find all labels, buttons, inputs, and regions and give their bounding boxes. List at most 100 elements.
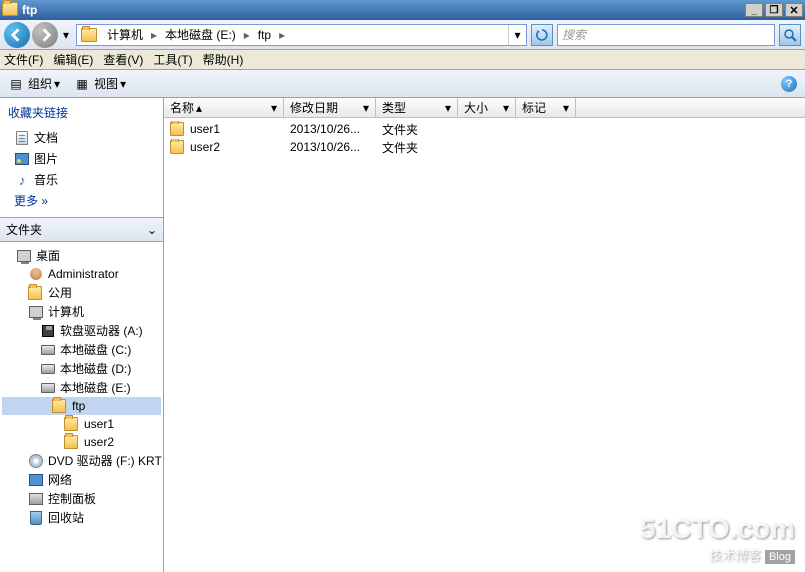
tree-label: 本地磁盘 (D:) bbox=[60, 360, 131, 377]
tree-item[interactable]: 本地磁盘 (C:) bbox=[2, 340, 161, 359]
tree-item[interactable]: 网络 bbox=[2, 470, 161, 489]
minimize-button[interactable]: _ bbox=[745, 3, 763, 17]
folder-icon bbox=[81, 28, 97, 42]
tree-item[interactable]: user1 bbox=[2, 415, 161, 433]
drive-icon bbox=[40, 380, 56, 396]
chevron-down-icon[interactable]: ▾ bbox=[363, 101, 369, 115]
favorite-item[interactable]: 图片 bbox=[8, 148, 155, 169]
file-type: 文件夹 bbox=[376, 139, 458, 156]
menu-help[interactable]: 帮助(H) bbox=[203, 51, 244, 68]
column-size[interactable]: 大小▾ bbox=[458, 98, 516, 117]
tree-label: 桌面 bbox=[36, 247, 60, 264]
folder-icon bbox=[28, 285, 44, 301]
favorite-item[interactable]: ♪音乐 bbox=[8, 169, 155, 190]
menu-tools[interactable]: 工具(T) bbox=[153, 51, 192, 68]
tree-item[interactable]: 桌面 bbox=[2, 246, 161, 265]
folder-icon bbox=[170, 121, 186, 137]
column-name[interactable]: 名称▴▾ bbox=[164, 98, 284, 117]
chevron-down-icon[interactable]: ▾ bbox=[445, 101, 451, 115]
forward-button[interactable] bbox=[32, 22, 58, 48]
file-name: user2 bbox=[190, 140, 220, 154]
tree-item[interactable]: 计算机 bbox=[2, 302, 161, 321]
breadcrumb-segment[interactable]: ftp bbox=[254, 25, 275, 45]
folder-icon bbox=[64, 434, 80, 450]
favorite-item[interactable]: 文档 bbox=[8, 127, 155, 148]
tree-label: user1 bbox=[84, 417, 114, 431]
breadcrumb-sep[interactable]: ▸ bbox=[147, 25, 161, 45]
close-button[interactable]: ✕ bbox=[785, 3, 803, 17]
address-bar[interactable]: 计算机 ▸ 本地磁盘 (E:) ▸ ftp ▸ ▾ bbox=[76, 24, 527, 46]
file-row[interactable]: user2 2013/10/26...文件夹 bbox=[164, 138, 805, 156]
folder-icon bbox=[52, 398, 68, 414]
favorite-label: 音乐 bbox=[34, 171, 58, 188]
views-button[interactable]: ▦ 视图 ▾ bbox=[74, 75, 126, 92]
folder-icon bbox=[64, 416, 80, 432]
help-button[interactable]: ? bbox=[781, 76, 797, 92]
column-date[interactable]: 修改日期▾ bbox=[284, 98, 376, 117]
file-list: user12013/10/26...文件夹 user2 2013/10/26...文… bbox=[164, 118, 805, 572]
tree-item[interactable]: 本地磁盘 (D:) bbox=[2, 359, 161, 378]
file-list-panel: 名称▴▾ 修改日期▾ 类型▾ 大小▾ 标记▾ user12013/10/26..… bbox=[164, 98, 805, 572]
toolbar: ▤ 组织 ▾ ▦ 视图 ▾ ? bbox=[0, 70, 805, 98]
search-placeholder: 搜索 bbox=[562, 26, 586, 43]
tree-label: user2 bbox=[84, 435, 114, 449]
menu-view[interactable]: 查看(V) bbox=[103, 51, 143, 68]
drive-icon bbox=[40, 342, 56, 358]
chevron-down-icon[interactable]: ▾ bbox=[271, 101, 277, 115]
maximize-button[interactable]: ❐ bbox=[765, 3, 783, 17]
main-area: 收藏夹链接 文档图片 ♪音乐 更多 » 文件夹 ⌄ 桌面Administrator… bbox=[0, 98, 805, 572]
tree-item[interactable]: DVD 驱动器 (F:) KRT bbox=[2, 451, 161, 470]
column-tag[interactable]: 标记▾ bbox=[516, 98, 576, 117]
tree-item[interactable]: Administrator bbox=[2, 265, 161, 283]
file-date: 2013/10/26... bbox=[284, 140, 376, 154]
organize-icon: ▤ bbox=[8, 76, 24, 92]
chevron-down-icon: ⌄ bbox=[147, 223, 157, 237]
tree-item[interactable]: 公用 bbox=[2, 283, 161, 302]
favorites-header: 收藏夹链接 bbox=[8, 104, 155, 121]
tree-item[interactable]: 回收站 bbox=[2, 508, 161, 527]
folders-header[interactable]: 文件夹 ⌄ bbox=[0, 217, 163, 242]
tree-label: 本地磁盘 (C:) bbox=[60, 341, 131, 358]
tree-label: 本地磁盘 (E:) bbox=[60, 379, 131, 396]
floppy-icon bbox=[40, 323, 56, 339]
drive-icon bbox=[40, 361, 56, 377]
breadcrumb-segment[interactable]: 本地磁盘 (E:) bbox=[161, 25, 240, 45]
chevron-down-icon[interactable]: ▾ bbox=[503, 101, 509, 115]
document-icon bbox=[14, 130, 30, 146]
network-icon bbox=[28, 472, 44, 488]
tree-item[interactable]: user2 bbox=[2, 433, 161, 451]
tree-item[interactable]: 控制面板 bbox=[2, 489, 161, 508]
address-dropdown[interactable]: ▾ bbox=[508, 25, 526, 45]
views-icon: ▦ bbox=[74, 76, 90, 92]
favorites-more[interactable]: 更多 » bbox=[8, 190, 155, 211]
breadcrumb-segment[interactable]: 计算机 bbox=[103, 25, 147, 45]
menu-file[interactable]: 文件(F) bbox=[4, 51, 43, 68]
tree-item[interactable]: ftp bbox=[2, 397, 161, 415]
menu-edit[interactable]: 编辑(E) bbox=[53, 51, 93, 68]
breadcrumb-sep[interactable]: ▸ bbox=[240, 25, 254, 45]
column-type[interactable]: 类型▾ bbox=[376, 98, 458, 117]
file-type: 文件夹 bbox=[376, 121, 458, 138]
chevron-down-icon[interactable]: ▾ bbox=[563, 101, 569, 115]
tree-label: ftp bbox=[72, 399, 85, 413]
breadcrumb-sep[interactable]: ▸ bbox=[275, 25, 289, 45]
tree-label: DVD 驱动器 (F:) KRT bbox=[48, 452, 162, 469]
tree-item[interactable]: 软盘驱动器 (A:) bbox=[2, 321, 161, 340]
computer-icon bbox=[28, 304, 44, 320]
search-button[interactable] bbox=[779, 24, 801, 46]
tree-item[interactable]: 本地磁盘 (E:) bbox=[2, 378, 161, 397]
file-date: 2013/10/26... bbox=[284, 122, 376, 136]
organize-button[interactable]: ▤ 组织 ▾ bbox=[8, 75, 60, 92]
favorite-label: 图片 bbox=[34, 150, 58, 167]
file-row[interactable]: user12013/10/26...文件夹 bbox=[164, 120, 805, 138]
tree-label: 控制面板 bbox=[48, 490, 96, 507]
tree-label: 网络 bbox=[48, 471, 72, 488]
nav-history-dropdown[interactable]: ▾ bbox=[60, 24, 72, 46]
refresh-button[interactable] bbox=[531, 24, 553, 46]
window-title: ftp bbox=[22, 3, 743, 17]
search-input[interactable]: 搜索 bbox=[557, 24, 775, 46]
back-button[interactable] bbox=[4, 22, 30, 48]
favorite-label: 文档 bbox=[34, 129, 58, 146]
user-icon bbox=[28, 266, 44, 282]
folder-tree: 桌面Administrator公用计算机软盘驱动器 (A:)本地磁盘 (C:) 本… bbox=[0, 242, 163, 572]
